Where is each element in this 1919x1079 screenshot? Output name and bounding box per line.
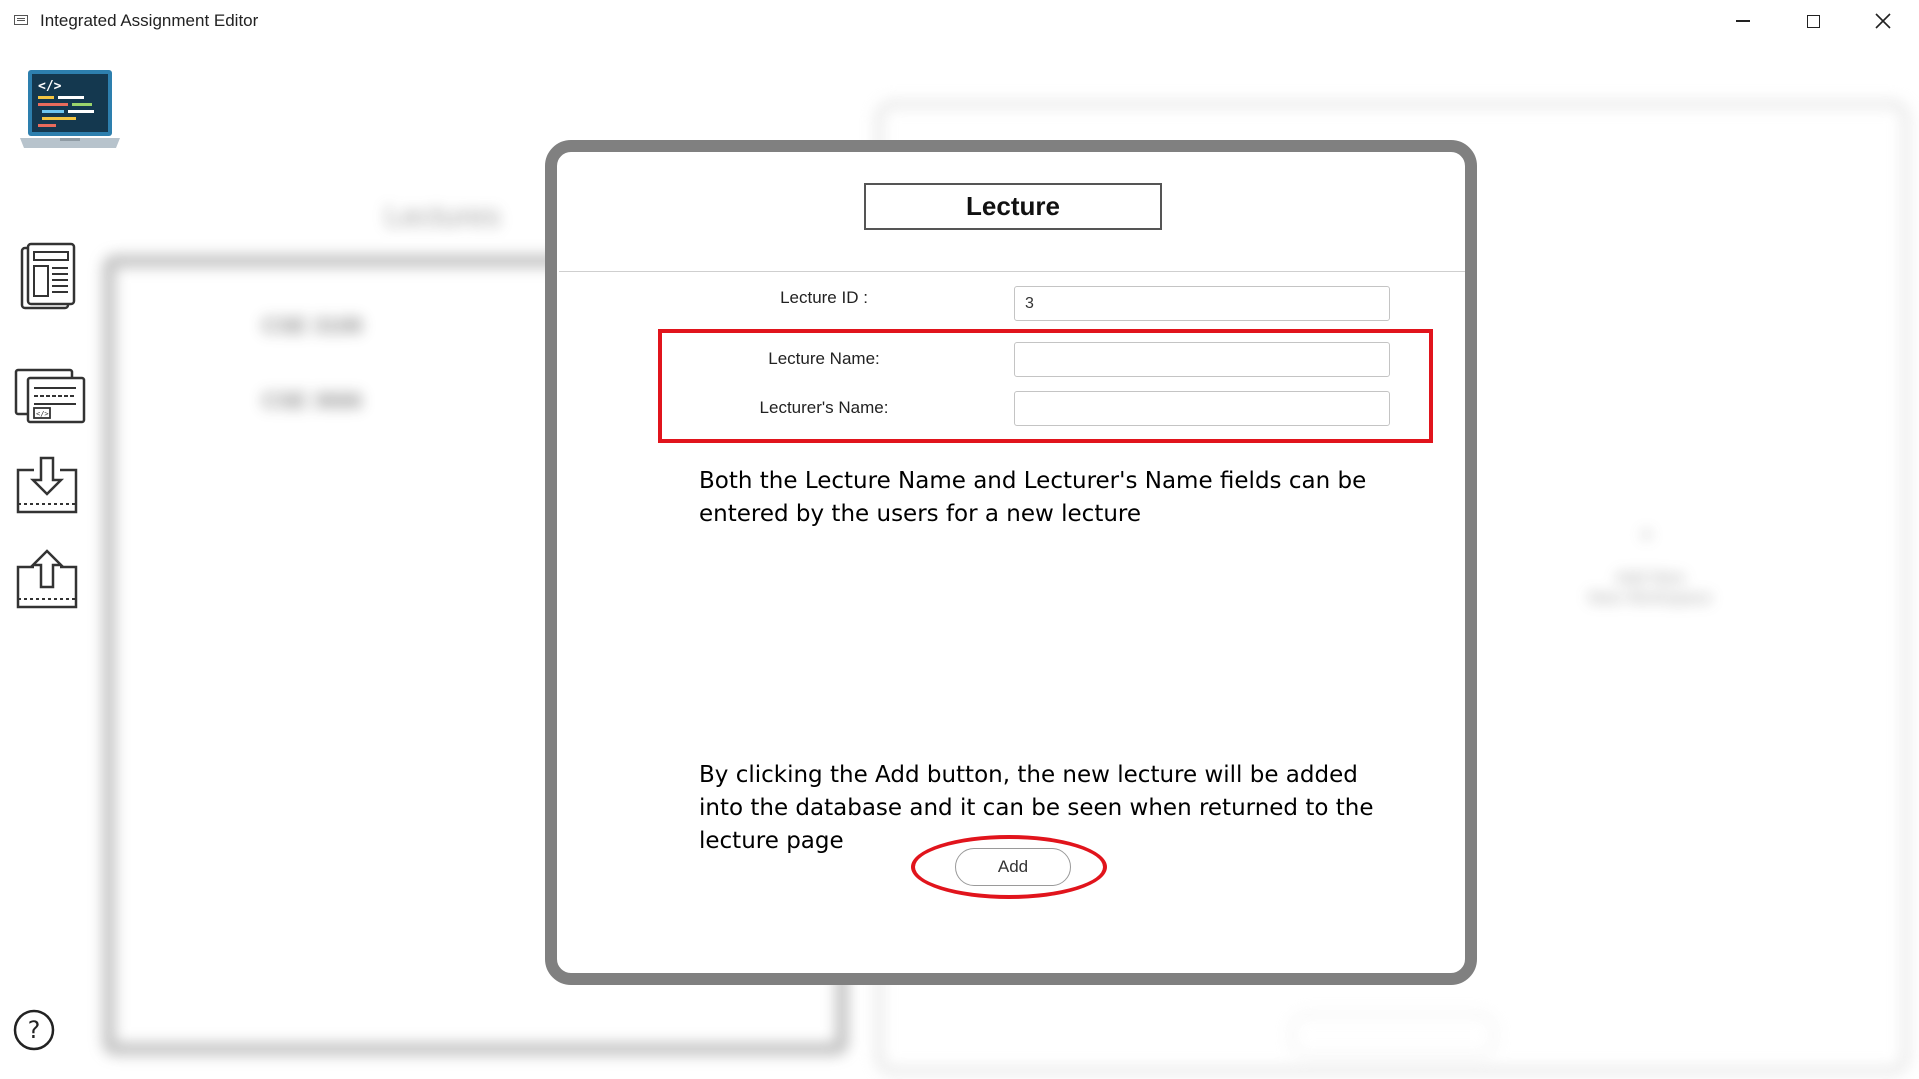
add-button-highlight xyxy=(911,835,1107,899)
fields-annotation: Both the Lecture Name and Lecturer's Nam… xyxy=(699,468,1367,527)
lectures-title: Lectures xyxy=(385,200,501,233)
dialog-divider xyxy=(559,271,1465,272)
close-button[interactable] xyxy=(1848,0,1918,42)
help-icon[interactable]: ? xyxy=(12,1008,56,1052)
document-icon[interactable] xyxy=(20,242,76,310)
lecture-id-input[interactable] xyxy=(1014,286,1390,321)
plus-icon: + xyxy=(1640,522,1653,547)
lecture-list-item[interactable]: CSE 3108 xyxy=(262,313,362,339)
title-bar: Integrated Assignment Editor xyxy=(0,0,1919,42)
add-workspace-line: Add New xyxy=(1615,568,1685,587)
svg-text:</>: </> xyxy=(36,410,49,418)
download-icon[interactable] xyxy=(14,456,80,516)
fields-highlight xyxy=(658,329,1433,443)
upload-icon[interactable] xyxy=(14,549,80,611)
code-laptop-icon: </> xyxy=(20,70,120,148)
app-icon xyxy=(14,15,28,25)
maximize-button[interactable] xyxy=(1778,0,1848,42)
lecture-list-item[interactable]: CSE 3666 xyxy=(262,388,362,414)
lecture-id-label: Lecture ID : xyxy=(780,288,868,307)
add-workspace-label: Add New New Workspace xyxy=(1560,568,1740,608)
minimize-button[interactable] xyxy=(1708,0,1778,42)
minimize-icon xyxy=(1736,20,1750,22)
svg-text:?: ? xyxy=(28,1016,41,1044)
add-workspace-line: New Workspace xyxy=(1588,588,1712,607)
close-icon xyxy=(1875,13,1891,29)
svg-text:</>: </> xyxy=(38,79,62,94)
window-title: Integrated Assignment Editor xyxy=(40,11,259,30)
dialog-title: Lecture xyxy=(864,183,1162,230)
workspace-button[interactable] xyxy=(1290,1013,1496,1057)
code-list-icon[interactable]: </> xyxy=(14,368,86,424)
maximize-icon xyxy=(1806,14,1820,28)
